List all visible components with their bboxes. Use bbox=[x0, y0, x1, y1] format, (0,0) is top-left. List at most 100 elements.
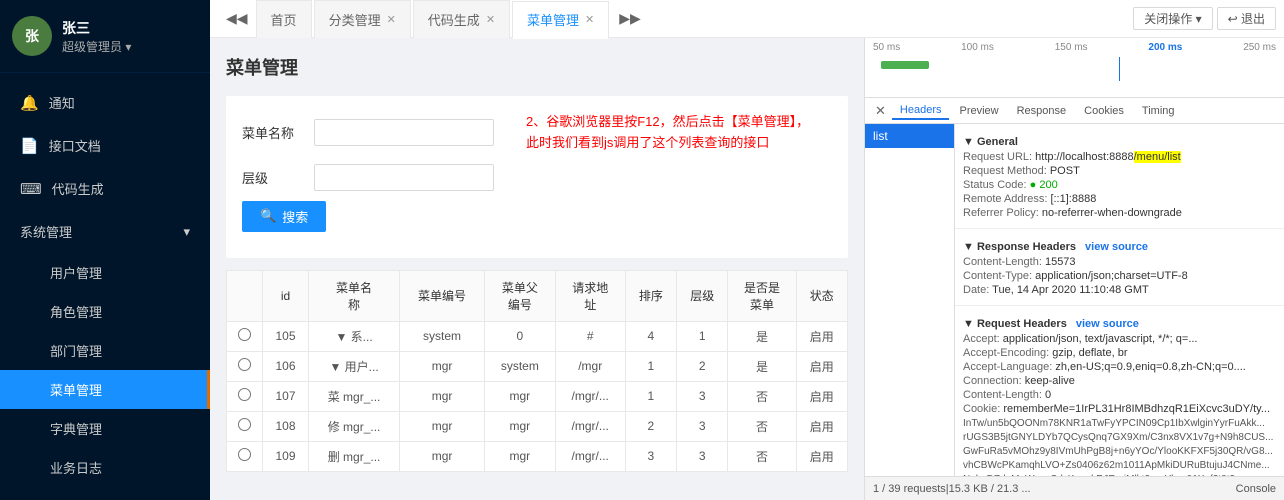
cell-ismenu: 是 bbox=[728, 321, 796, 351]
tab-close-icon[interactable]: ✕ bbox=[486, 13, 495, 26]
bell-icon: 🔔 bbox=[20, 94, 39, 112]
console-label[interactable]: Console bbox=[1236, 483, 1276, 495]
cell-code: mgr bbox=[400, 411, 485, 441]
devtools-tab-response[interactable]: Response bbox=[1009, 103, 1075, 119]
tab-label: 首页 bbox=[271, 10, 297, 29]
list-item-list[interactable]: list bbox=[865, 124, 954, 148]
col-sort: 排序 bbox=[625, 270, 676, 321]
cell-id: 108 bbox=[263, 411, 309, 441]
search-btn-label: 搜索 bbox=[282, 207, 308, 226]
menu-name-input[interactable] bbox=[314, 119, 494, 146]
cell-ismenu: 否 bbox=[728, 411, 796, 441]
request-view-source[interactable]: view source bbox=[1076, 318, 1139, 330]
sidebar-item-login-log[interactable]: 登录日志 bbox=[0, 487, 210, 500]
cookie-row: Cookie: rememberMe=1IrPL31Hr8IMBdhzqR1Ei… bbox=[963, 402, 1276, 416]
col-radio bbox=[227, 270, 263, 321]
devtools-tab-cookies[interactable]: Cookies bbox=[1076, 103, 1132, 119]
search-button[interactable]: 🔍 搜索 bbox=[242, 201, 326, 232]
cell-id: 106 bbox=[263, 351, 309, 381]
cell-name: 修 mgr_... bbox=[308, 411, 399, 441]
sidebar-group-system[interactable]: 系统管理 ▾ bbox=[0, 210, 210, 253]
col-level: 层级 bbox=[677, 270, 728, 321]
sidebar-item-dept-mgmt[interactable]: 部门管理 bbox=[0, 331, 210, 370]
cell-code: mgr bbox=[400, 381, 485, 411]
radio-cell[interactable] bbox=[227, 441, 263, 471]
level-input[interactable] bbox=[314, 164, 494, 191]
cell-code: mgr bbox=[400, 441, 485, 471]
content-split: 菜单管理 菜单名称 2、谷歌浏览器里按F12，然后点击【菜单管理】， 此时我们看… bbox=[210, 38, 1284, 500]
page-content: 菜单管理 菜单名称 2、谷歌浏览器里按F12，然后点击【菜单管理】， 此时我们看… bbox=[210, 38, 864, 500]
tab-prev-btn[interactable]: ◀◀ bbox=[218, 6, 256, 31]
timeline-bar-area bbox=[873, 57, 1276, 77]
cell-parent: system bbox=[484, 351, 555, 381]
chevron-down-icon: ▾ bbox=[183, 224, 190, 240]
devtools-tab-preview[interactable]: Preview bbox=[951, 103, 1006, 119]
col-ismenu: 是否是菜单 bbox=[728, 270, 796, 321]
tab-bar: ◀◀ 首页 分类管理 ✕ 代码生成 ✕ 菜单管理 ✕ ▶▶ 关闭操作 ▾ ↩ 退… bbox=[210, 0, 1284, 38]
cell-name: 菜 mgr_... bbox=[308, 381, 399, 411]
sidebar-item-api-docs[interactable]: 📄 接口文档 bbox=[0, 124, 210, 167]
sidebar-item-menu-mgmt[interactable]: 菜单管理 bbox=[0, 370, 210, 409]
tab-menu[interactable]: 菜单管理 ✕ bbox=[512, 1, 609, 39]
tab-category[interactable]: 分类管理 ✕ bbox=[314, 0, 411, 38]
req-content-length-row: Content-Length: 0 bbox=[963, 388, 1276, 402]
cell-level: 2 bbox=[677, 351, 728, 381]
cell-sort: 3 bbox=[625, 441, 676, 471]
remote-address-row: Remote Address: [::1]:8888 bbox=[963, 192, 1276, 206]
tab-close-icon[interactable]: ✕ bbox=[387, 13, 396, 26]
accept-language-row: Accept-Language: zh,en-US;q=0.9,eniq=0.8… bbox=[963, 360, 1276, 374]
sidebar-item-label: 代码生成 bbox=[52, 179, 104, 198]
menu-table: id 菜单名称 菜单编号 菜单父编号 请求地址 排序 层级 是否是菜单 状态 bbox=[226, 270, 848, 472]
cell-ismenu: 否 bbox=[728, 441, 796, 471]
sidebar-item-dict-mgmt[interactable]: 字典管理 bbox=[0, 409, 210, 448]
sidebar-nav: 🔔 通知 📄 接口文档 ⌨ 代码生成 系统管理 ▾ 用户管理 角色管理 部门管理… bbox=[0, 73, 210, 500]
radio-cell[interactable] bbox=[227, 381, 263, 411]
section-general: ▼ General Request URL: http://localhost:… bbox=[955, 128, 1284, 224]
devtools-content: list ▼ General Request URL: http://local… bbox=[865, 124, 1284, 476]
sidebar-item-biz-log[interactable]: 业务日志 bbox=[0, 448, 210, 487]
radio-cell[interactable] bbox=[227, 411, 263, 441]
sidebar-item-notify[interactable]: 🔔 通知 bbox=[0, 81, 210, 124]
sidebar-item-user-mgmt[interactable]: 用户管理 bbox=[0, 253, 210, 292]
date-row: Date: Tue, 14 Apr 2020 11:10:48 GMT bbox=[963, 283, 1276, 297]
exit-btn[interactable]: ↩ 退出 bbox=[1217, 7, 1276, 30]
tab-codegen[interactable]: 代码生成 ✕ bbox=[413, 0, 510, 38]
sidebar-item-role-mgmt[interactable]: 角色管理 bbox=[0, 292, 210, 331]
referrer-policy-row: Referrer Policy: no-referrer-when-downgr… bbox=[963, 206, 1276, 220]
cell-url: /mgr/... bbox=[555, 381, 625, 411]
tab-close-icon[interactable]: ✕ bbox=[585, 13, 594, 26]
radio-cell[interactable] bbox=[227, 321, 263, 351]
request-headers-title: ▼ Request Headers view source bbox=[963, 318, 1276, 330]
user-role[interactable]: 超级管理员 ▾ bbox=[62, 38, 131, 55]
code-icon: ⌨ bbox=[20, 180, 42, 198]
col-status: 状态 bbox=[796, 270, 847, 321]
cell-status: 启用 bbox=[796, 351, 847, 381]
cell-name: ▼ 用户... bbox=[308, 351, 399, 381]
status-code-row: Status Code: ● 200 bbox=[963, 178, 1276, 192]
response-view-source[interactable]: view source bbox=[1085, 241, 1148, 253]
cookie-row3: rUGS3B5jtGNYLDYb7QCysQnq7GX9Xm/C3nx8VX1v… bbox=[963, 430, 1276, 444]
cookie-row4: GwFuRa5vMOhz9y8IVmUhPgB8j+n6yYOc/YlooKKF… bbox=[963, 444, 1276, 458]
devtools-tab-timing[interactable]: Timing bbox=[1134, 103, 1183, 119]
devtools-list: list bbox=[865, 124, 955, 476]
tab-next-btn[interactable]: ▶▶ bbox=[611, 6, 649, 31]
cell-parent: mgr bbox=[484, 441, 555, 471]
response-headers-title: ▼ Response Headers view source bbox=[963, 241, 1276, 253]
close-ops-btn[interactable]: 关闭操作 ▾ bbox=[1133, 7, 1212, 30]
connection-row: Connection: keep-alive bbox=[963, 374, 1276, 388]
accept-encoding-row: Accept-Encoding: gzip, deflate, br bbox=[963, 346, 1276, 360]
radio-cell[interactable] bbox=[227, 351, 263, 381]
cell-level: 3 bbox=[677, 381, 728, 411]
sidebar-item-label: 接口文档 bbox=[49, 136, 101, 155]
devtools-close-btn[interactable]: ✕ bbox=[871, 103, 890, 119]
cell-id: 107 bbox=[263, 381, 309, 411]
tab-label: 分类管理 bbox=[329, 10, 381, 29]
annotation-text: 2、谷歌浏览器里按F12，然后点击【菜单管理】， 此时我们看到js调用了这个列表… bbox=[526, 112, 809, 154]
devtools-tab-headers[interactable]: Headers bbox=[892, 102, 950, 120]
sidebar-item-codegen[interactable]: ⌨ 代码生成 bbox=[0, 167, 210, 210]
devtools-tabs-row: ✕ Headers Preview Response Cookies Timin… bbox=[865, 98, 1284, 124]
tab-home[interactable]: 首页 bbox=[256, 0, 312, 38]
sidebar: 张 张三 超级管理员 ▾ 🔔 通知 📄 接口文档 ⌨ 代码生成 系统管理 ▾ 用… bbox=[0, 0, 210, 500]
table-row: 106 ▼ 用户... mgr system /mgr 1 2 是 启用 bbox=[227, 351, 848, 381]
search-icon: 🔍 bbox=[260, 208, 276, 224]
